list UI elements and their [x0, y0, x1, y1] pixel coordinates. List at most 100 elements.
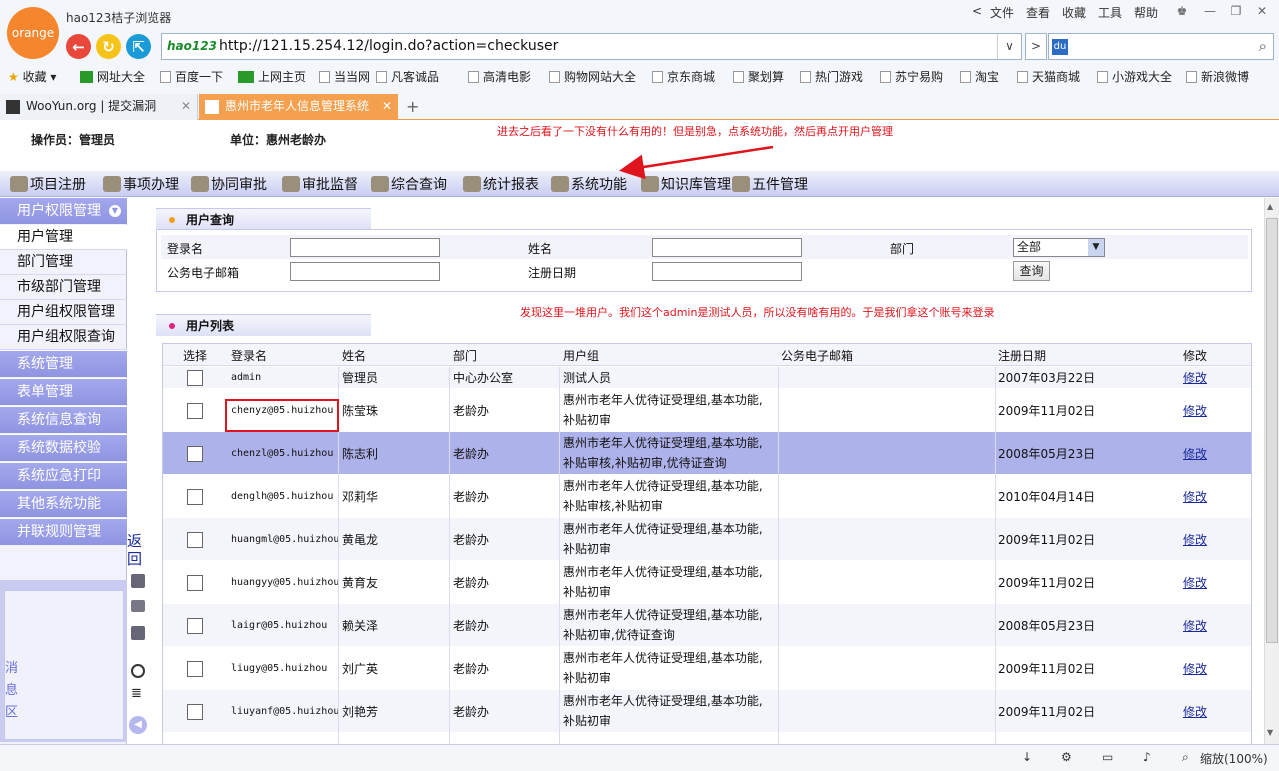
row-checkbox[interactable] [187, 661, 203, 677]
fav-item[interactable]: 网址大全 [80, 68, 145, 85]
fav-item[interactable]: 京东商城 [652, 68, 715, 85]
toolbar-query[interactable]: 综合查询 [371, 174, 447, 194]
login-input[interactable] [290, 238, 440, 257]
sidebar-item-user-management[interactable]: 用户管理 [0, 225, 127, 250]
table-row[interactable]: admin 管理员 中心办公室 测试人员 2007年03月22日 修改 [163, 367, 1251, 389]
fav-item[interactable]: 小游戏大全 [1097, 68, 1172, 85]
tab-close-icon[interactable]: ✕ [181, 94, 191, 119]
edit-link[interactable]: 修改 [1183, 487, 1207, 507]
skin-icon[interactable]: ♚ [1174, 4, 1190, 20]
sidebar-item-group-query[interactable]: 用户组权限查询 [0, 325, 127, 350]
tab-active-system[interactable]: 惠州市老年人信息管理系统 ✕ [199, 94, 398, 120]
edit-link[interactable]: 修改 [1183, 573, 1207, 593]
edit-link[interactable]: 修改 [1183, 616, 1207, 636]
settings-icon[interactable] [131, 626, 145, 640]
volume-icon[interactable]: ♪ [1143, 750, 1151, 764]
menu-favorites[interactable]: 收藏 [1062, 4, 1086, 21]
toolbar-system-function[interactable]: 系统功能 [551, 174, 627, 194]
search-icon[interactable]: ⌕ [1259, 37, 1267, 55]
sidebar-section-data-check[interactable]: 系统数据校验 [0, 434, 127, 461]
address-bar[interactable]: hao123 http://121.15.254.12/login.do?act… [161, 33, 1022, 60]
row-checkbox[interactable] [187, 403, 203, 419]
go-icon[interactable]: > [1025, 33, 1047, 60]
edit-link[interactable]: 修改 [1183, 659, 1207, 679]
zoom-level[interactable]: 缩放(100%) [1200, 750, 1268, 767]
table-row[interactable]: denglh@05.huizhou 邓莉华 老龄办 惠州市老年人优待证受理组,基本功能… [163, 475, 1251, 518]
row-checkbox[interactable] [187, 532, 203, 548]
zoom-icon[interactable]: ⌕ [1182, 750, 1189, 765]
table-row[interactable]: 惠州市老年人优待证受理组,基本功能, [163, 733, 1251, 744]
menu-help[interactable]: 帮助 [1134, 4, 1158, 21]
toolbar-project-register[interactable]: 项目注册 [10, 174, 86, 194]
fav-item[interactable]: 高清电影 [468, 68, 531, 85]
table-row[interactable]: chenzl@05.huizhou 陈志利 老龄办 惠州市老年人优待证受理组,基本功能… [163, 432, 1251, 475]
fav-item[interactable]: 上网主页 [238, 68, 306, 85]
fav-collect[interactable]: ★ 收藏 ▾ [8, 68, 56, 85]
edit-link[interactable]: 修改 [1183, 368, 1207, 388]
edit-link[interactable]: 修改 [1183, 702, 1207, 722]
toolbar-knowledge[interactable]: 知识库管理 [641, 174, 731, 194]
collapse-left-icon[interactable]: ◀ [129, 716, 147, 734]
row-checkbox[interactable] [187, 618, 203, 634]
minimize-icon[interactable]: — [1202, 4, 1218, 20]
row-checkbox[interactable] [187, 704, 203, 720]
email-input[interactable] [290, 262, 440, 281]
row-checkbox[interactable] [187, 489, 203, 505]
regdate-input[interactable] [652, 262, 802, 281]
table-row[interactable]: liuyanf@05.huizhou 刘艳芳 老龄办 惠州市老年人优待证受理组,基本功… [163, 690, 1251, 733]
fav-item[interactable]: 当当网 [319, 68, 370, 85]
vertical-scrollbar[interactable]: ▲ ▼ [1264, 198, 1279, 744]
network-icon[interactable] [131, 574, 145, 588]
fav-item[interactable]: 新浪微博 [1186, 68, 1249, 85]
table-row[interactable]: huangml@05.huizhou 黄黾龙 老龄办 惠州市老年人优待证受理组,基本功… [163, 518, 1251, 561]
home-icon[interactable]: ⇱ [126, 34, 151, 59]
chevron-down-icon[interactable]: ▼ [1088, 239, 1104, 256]
link-icon[interactable] [131, 600, 145, 612]
table-row[interactable]: liugy@05.huizhou 刘广英 老龄办 惠州市老年人优待证受理组,基本功能,… [163, 647, 1251, 690]
fav-item[interactable]: 购物网站大全 [549, 68, 636, 85]
edit-link[interactable]: 修改 [1183, 401, 1207, 421]
name-input[interactable] [652, 238, 802, 257]
menu-view[interactable]: 查看 [1026, 4, 1050, 21]
sidebar-section-info-query[interactable]: 系统信息查询 [0, 406, 127, 433]
fav-item[interactable]: 百度一下 [160, 68, 223, 85]
refresh-icon[interactable]: ↻ [96, 34, 121, 59]
sidebar-section-other[interactable]: 其他系统功能 [0, 490, 127, 517]
fav-item[interactable]: 凡客诚品 [376, 68, 439, 85]
toolbar-handle[interactable]: 事项办理 [103, 174, 179, 194]
edit-link[interactable]: 修改 [1183, 444, 1207, 464]
menu-file[interactable]: 文件 [990, 4, 1014, 21]
address-text[interactable]: http://121.15.254.12/login.do?action=che… [219, 38, 558, 54]
new-tab-button[interactable]: + [400, 94, 419, 120]
table-row[interactable]: laigr@05.huizhou 赖关泽 老龄办 惠州市老年人优待证受理组,基本功能,… [163, 604, 1251, 647]
scroll-down-icon[interactable]: ▼ [1267, 728, 1273, 737]
rewind-icon[interactable] [131, 664, 145, 678]
scroll-thumb[interactable] [1266, 218, 1278, 643]
tab-wooyun[interactable]: WooYun.org | 提交漏洞 ✕ [0, 94, 198, 120]
list-icon[interactable]: ≣ [131, 686, 142, 701]
sidebar-item-department[interactable]: 部门管理 [0, 250, 127, 275]
fav-item[interactable]: 淘宝 [960, 68, 999, 85]
collapse-icon[interactable]: ▼ [109, 205, 121, 217]
tab-close-icon[interactable]: ✕ [382, 94, 392, 119]
gear-icon[interactable]: ⚙ [1061, 750, 1072, 764]
download-icon[interactable]: ↓ [1022, 750, 1032, 764]
search-button[interactable]: 查询 [1013, 261, 1050, 281]
sidebar-section-emergency-print[interactable]: 系统应急打印 [0, 462, 127, 489]
toolbar-supervise[interactable]: 审批监督 [282, 174, 358, 194]
search-input[interactable]: du ⌕ [1048, 33, 1274, 60]
edit-link[interactable]: 修改 [1183, 530, 1207, 550]
back-icon[interactable]: ← [66, 34, 91, 59]
sidebar-item-group-permission[interactable]: 用户组权限管理 [0, 300, 127, 325]
toolbar-cooperate[interactable]: 协同审批 [191, 174, 267, 194]
menu-back-icon[interactable]: < [972, 4, 982, 18]
toolbar-five-items[interactable]: 五件管理 [732, 174, 808, 194]
dept-select[interactable]: 全部 ▼ [1013, 238, 1105, 257]
restore-icon[interactable]: ❐ [1228, 4, 1244, 20]
row-checkbox[interactable] [187, 446, 203, 462]
table-row[interactable]: huangyy@05.huizhou 黄育友 老龄办 惠州市老年人优待证受理组,基本功… [163, 561, 1251, 604]
fav-item[interactable]: 苏宁易购 [880, 68, 943, 85]
sidebar-section-form[interactable]: 表单管理 [0, 378, 127, 405]
fav-item[interactable]: 热门游戏 [800, 68, 863, 85]
back-link[interactable]: 返回 [127, 532, 143, 568]
